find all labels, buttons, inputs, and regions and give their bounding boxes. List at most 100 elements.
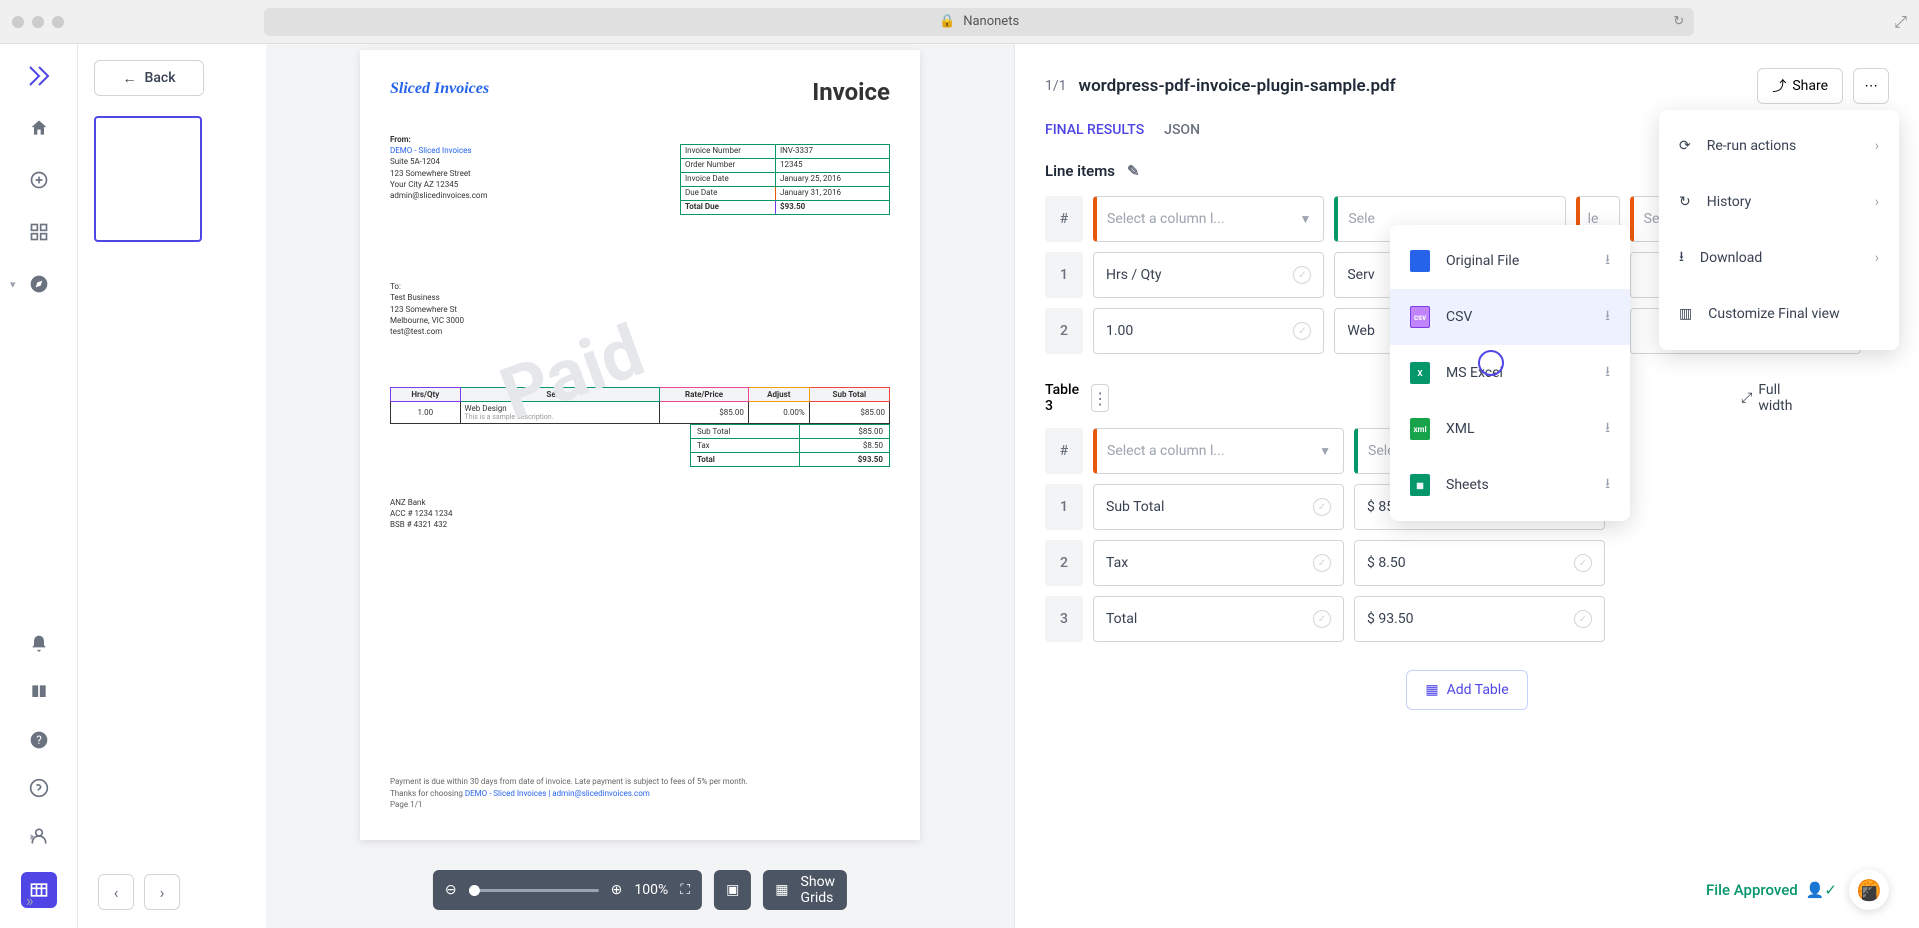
tab-final-results[interactable]: FINAL RESULTS: [1045, 122, 1144, 138]
show-grids-button[interactable]: ▦ Show Grids: [763, 870, 847, 910]
layout-icon: ▥: [1679, 306, 1692, 322]
show-grids-label: Show Grids: [801, 874, 836, 906]
row-num: 2: [1045, 308, 1083, 354]
table-icon: ▦: [1425, 682, 1438, 698]
zoom-light[interactable]: [52, 16, 64, 28]
sidebar-bottom: ? ▸: [21, 632, 57, 908]
cell-label[interactable]: Tax✓: [1093, 540, 1344, 586]
zoom-out-icon[interactable]: ⊖: [445, 882, 457, 898]
download-icon: ⭳: [1605, 473, 1610, 497]
row-num: 1: [1045, 252, 1083, 298]
crop-button[interactable]: ▣: [714, 870, 751, 910]
expand-icon: ⤢: [1741, 390, 1752, 406]
hash-cell: #: [1045, 196, 1083, 242]
url-title: Nanonets: [963, 14, 1019, 29]
chevron-right-icon: ›: [1875, 250, 1879, 266]
crop-icon: ▣: [726, 882, 739, 898]
page-nav: ‹ ›: [98, 874, 180, 910]
arrow-left-icon: ←: [123, 70, 137, 87]
edit-icon[interactable]: ✎: [1127, 162, 1140, 180]
column-select[interactable]: Select a column l...▼: [1093, 428, 1344, 474]
chevron-right-icon: ›: [1875, 138, 1879, 154]
approval-badge[interactable]: File Approved 👤✓: [1706, 881, 1837, 899]
back-button[interactable]: ← Back: [94, 60, 204, 96]
grid-icon: ▦: [775, 882, 788, 898]
zoom-level: 100%: [634, 882, 668, 898]
book-icon[interactable]: [27, 680, 51, 704]
full-width-button[interactable]: ⤢ Full width: [1741, 382, 1792, 414]
cell-value[interactable]: $ 8.50✓: [1354, 540, 1605, 586]
cell-hrs-qty[interactable]: Hrs / Qty✓: [1093, 252, 1324, 298]
bank-details: ANZ Bank ACC # 1234 1234 BSB # 4321 432: [390, 497, 890, 531]
dots-icon: ⋯: [1864, 79, 1877, 94]
share-button[interactable]: ⤴ Share: [1757, 68, 1843, 104]
collapse-sidebar-icon[interactable]: »: [26, 891, 34, 910]
download-original[interactable]: Original File ⭳: [1390, 233, 1630, 289]
cell-qty[interactable]: 1.00✓: [1093, 308, 1324, 354]
minimize-light[interactable]: [32, 16, 44, 28]
xml-icon: xml: [1410, 418, 1430, 440]
download-sheets[interactable]: ▦ Sheets ⭳: [1390, 457, 1630, 513]
history-icon: ↻: [1679, 194, 1691, 210]
page-thumbnail[interactable]: [94, 116, 202, 242]
reload-icon[interactable]: ↻: [1673, 14, 1684, 29]
logo-icon[interactable]: [27, 64, 51, 88]
menu-history[interactable]: ↻ History ›: [1659, 174, 1899, 230]
expand-caret-icon[interactable]: ▾: [10, 278, 16, 291]
table-options-button[interactable]: ⋮: [1091, 384, 1109, 412]
fullscreen-icon[interactable]: ⛶: [680, 882, 690, 898]
traffic-lights: [12, 16, 64, 28]
document-page[interactable]: Sliced Invoices Invoice From: DEMO - Sli…: [360, 50, 920, 840]
download-excel[interactable]: X MS Excel ⭳: [1390, 345, 1630, 401]
menu-rerun[interactable]: ⟳ Re-run actions ›: [1659, 118, 1899, 174]
compass-icon[interactable]: [27, 272, 51, 296]
thumbnail-panel: ← Back: [78, 44, 266, 928]
download-csv[interactable]: csv CSV ⭳: [1390, 289, 1630, 345]
hash-cell: #: [1045, 428, 1083, 474]
url-bar[interactable]: 🔒 Nanonets ↻: [264, 8, 1694, 36]
column-select[interactable]: Select a column l...▼: [1093, 196, 1324, 242]
prev-page-button[interactable]: ‹: [98, 874, 134, 910]
help-icon[interactable]: ?: [27, 728, 51, 752]
close-light[interactable]: [12, 16, 24, 28]
home-icon[interactable]: [27, 116, 51, 140]
approval-bar: File Approved 👤✓ 🍘: [1706, 870, 1889, 910]
download-icon: ⭳: [1605, 361, 1610, 385]
sheets-icon: ▦: [1410, 474, 1430, 496]
back-label: Back: [145, 70, 176, 86]
share-label: Share: [1792, 78, 1828, 94]
download-icon: ⭳: [1605, 249, 1610, 273]
menu-download[interactable]: ⭳ Download ›: [1659, 230, 1899, 286]
help2-icon[interactable]: [27, 776, 51, 800]
cell-value[interactable]: $ 93.50✓: [1354, 596, 1605, 642]
add-table-button[interactable]: ▦ Add Table: [1406, 670, 1527, 710]
invoice-to: To: Test Business 123 Somewhere St Melbo…: [390, 281, 890, 337]
download-icon: ⭳: [1605, 305, 1610, 329]
user-caret-icon[interactable]: ▸: [31, 830, 37, 843]
invoice-meta: Invoice NumberINV-3337 Order Number12345…: [680, 145, 890, 215]
apps-icon[interactable]: [27, 220, 51, 244]
cell-label[interactable]: Total✓: [1093, 596, 1344, 642]
svg-text:?: ?: [36, 733, 42, 747]
more-button[interactable]: ⋯: [1853, 68, 1889, 104]
menu-customize[interactable]: ▥ Customize Final view: [1659, 286, 1899, 342]
zoom-in-icon[interactable]: ⊕: [611, 882, 623, 898]
tab-json[interactable]: JSON: [1164, 122, 1200, 138]
zoom-slider[interactable]: [469, 889, 599, 892]
share-icon: ⤴: [1772, 76, 1786, 96]
help-widget[interactable]: 🍘: [1849, 870, 1889, 910]
page-counter: 1/1: [1045, 78, 1067, 94]
user-check-icon: 👤✓: [1806, 881, 1837, 899]
download-xml[interactable]: xml XML ⭳: [1390, 401, 1630, 457]
cell-label[interactable]: Sub Total✓: [1093, 484, 1344, 530]
left-sidebar: ▾ ? ▸: [0, 44, 78, 928]
browser-chrome: 🔒 Nanonets ↻ ⤢: [0, 0, 1919, 44]
bell-icon[interactable]: [27, 632, 51, 656]
add-icon[interactable]: [27, 168, 51, 192]
expand-icon[interactable]: ⤢: [1894, 12, 1907, 32]
cursor-indicator: [1478, 350, 1504, 376]
next-page-button[interactable]: ›: [144, 874, 180, 910]
row-num: 2: [1045, 540, 1083, 586]
zoom-group: ⊖ ⊕ 100% ⛶: [433, 870, 702, 910]
csv-icon: csv: [1410, 306, 1430, 328]
